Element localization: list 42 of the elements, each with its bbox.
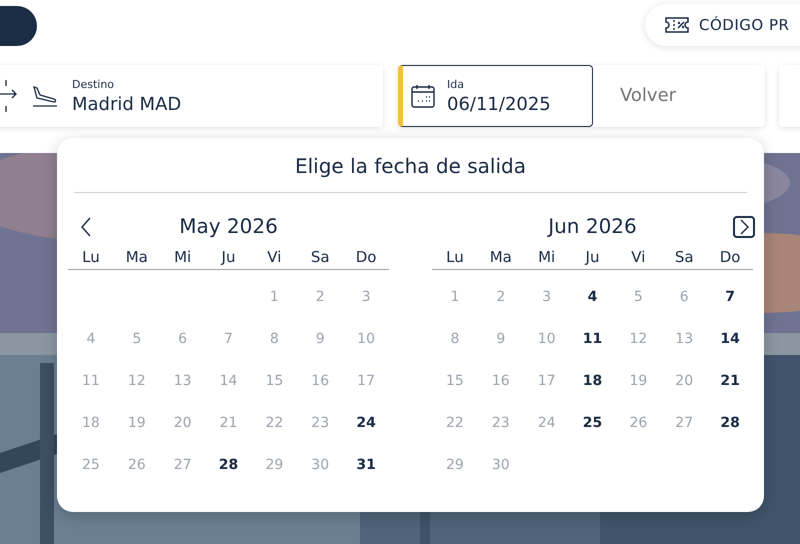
return-date-field[interactable]: Volver bbox=[620, 85, 740, 106]
weekday-label: Do bbox=[720, 248, 740, 266]
calendar-day[interactable]: 25 bbox=[578, 413, 606, 433]
promo-code-button[interactable]: CÓDIGO PR bbox=[645, 4, 800, 46]
weekday-label: Mi bbox=[174, 248, 192, 266]
chevron-right-icon bbox=[733, 216, 755, 238]
calendar-day[interactable]: 18 bbox=[578, 371, 606, 391]
field-value: 06/11/2025 bbox=[447, 94, 551, 114]
month-title: May 2026 bbox=[179, 214, 278, 238]
next-month-button[interactable] bbox=[733, 216, 755, 238]
calendar-day[interactable]: 28 bbox=[214, 455, 242, 475]
weekday-label: Ma bbox=[490, 248, 512, 266]
destination-field[interactable]: Destino Madrid MAD bbox=[0, 65, 383, 127]
field-value: Madrid MAD bbox=[72, 94, 182, 114]
calendar-day[interactable]: 31 bbox=[352, 455, 380, 475]
plane-landing-icon bbox=[32, 85, 58, 107]
calendar-day[interactable]: 7 bbox=[721, 287, 739, 307]
calendar-day[interactable]: 14 bbox=[716, 329, 744, 349]
field-label: Destino bbox=[72, 78, 116, 90]
departure-date-field[interactable]: Ida 06/11/2025 bbox=[398, 65, 593, 127]
month-title: Jun 2026 bbox=[548, 214, 637, 238]
calendar-day[interactable]: 21 bbox=[716, 371, 744, 391]
weekday-label: Vi bbox=[267, 248, 282, 266]
weekday-label: Sa bbox=[674, 248, 694, 266]
calendar-day[interactable]: 24 bbox=[352, 413, 380, 433]
calendar-day[interactable]: 28 bbox=[716, 413, 744, 433]
calendar-day[interactable]: 11 bbox=[578, 329, 606, 349]
weekday-label: Ju bbox=[222, 248, 236, 266]
weekday-label: Lu bbox=[446, 248, 464, 266]
weekday-label: Sa bbox=[310, 248, 330, 266]
weekday-label: Do bbox=[356, 248, 376, 266]
weekday-label: Mi bbox=[538, 248, 556, 266]
weekday-label: Ma bbox=[126, 248, 148, 266]
calendar-day[interactable]: 4 bbox=[584, 287, 602, 307]
weekday-label: Lu bbox=[82, 248, 100, 266]
weekday-label: Ju bbox=[586, 248, 600, 266]
calendar-icon bbox=[411, 84, 435, 108]
datepicker-title: Elige la fecha de salida bbox=[294, 154, 527, 180]
field-label: Ida bbox=[447, 78, 465, 90]
ticket-icon bbox=[665, 17, 689, 33]
weekday-label: Vi bbox=[631, 248, 646, 266]
swap-icon bbox=[0, 78, 18, 114]
